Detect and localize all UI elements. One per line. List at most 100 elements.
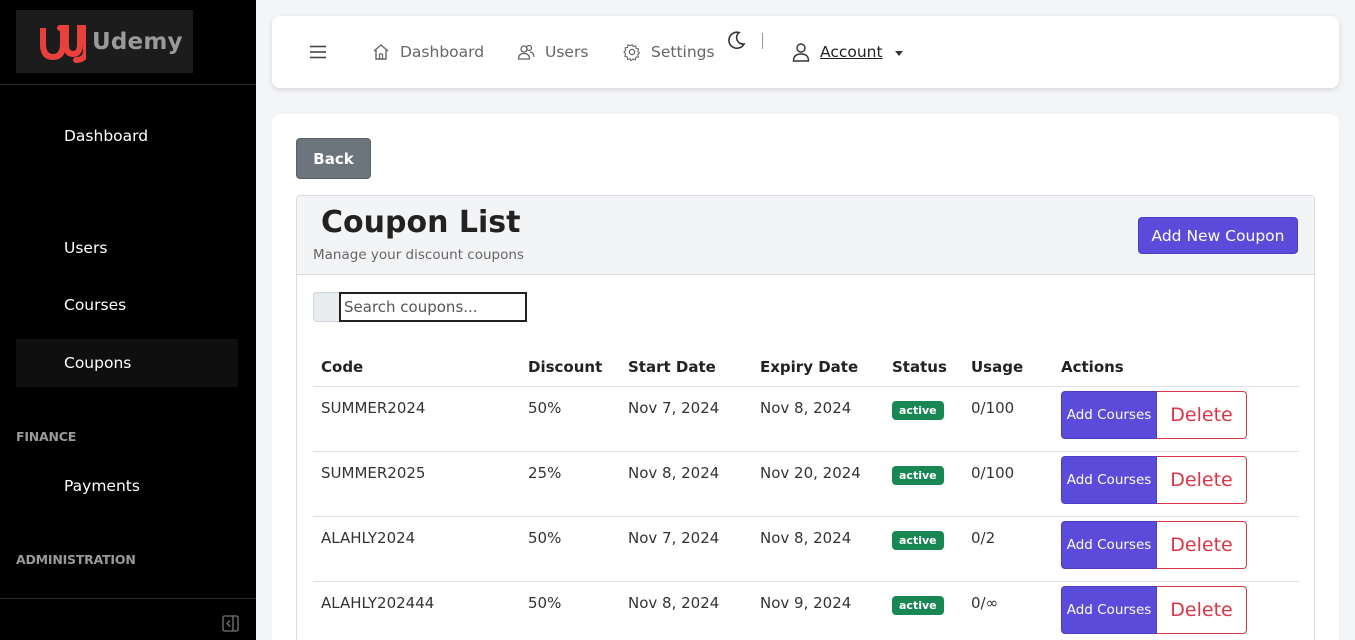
- sidebar-bottom-divider: [0, 598, 256, 599]
- table-row: ALAHLY202444 50% Nov 8, 2024 Nov 9, 2024…: [313, 581, 1299, 640]
- coupon-discount: 50%: [520, 581, 620, 640]
- status-badge: active: [892, 400, 944, 420]
- nav-dashboard[interactable]: Dashboard: [372, 16, 484, 88]
- coupon-expiry-date: Nov 9, 2024: [752, 581, 884, 640]
- coupon-start-date: Nov 8, 2024: [620, 581, 752, 640]
- status-badge: active: [892, 595, 944, 615]
- coupon-actions: Add Courses Delete: [1053, 581, 1299, 640]
- nav-dashboard-label: Dashboard: [400, 43, 485, 61]
- coupon-expiry-date: Nov 20, 2024: [752, 451, 884, 517]
- collapse-sidebar-icon[interactable]: [222, 615, 239, 632]
- coupon-actions: Add Courses Delete: [1053, 516, 1299, 582]
- coupon-discount: 50%: [520, 386, 620, 452]
- card-header: Coupon List Manage your discount coupons…: [297, 196, 1314, 275]
- coupon-status-cell: active: [884, 386, 963, 452]
- sidebar-divider: [0, 84, 256, 85]
- column-header-usage: Usage: [963, 348, 1053, 387]
- add-courses-button[interactable]: Add Courses: [1061, 390, 1157, 439]
- brand-name: Udemy: [92, 28, 183, 55]
- table-row: ALAHLY2024 50% Nov 7, 2024 Nov 8, 2024 a…: [313, 516, 1299, 582]
- menu-toggle-button[interactable]: [310, 16, 336, 88]
- sidebar: Udemy Dashboard Users Courses Coupons FI…: [0, 0, 256, 640]
- navbar-separator: [762, 33, 763, 49]
- delete-button[interactable]: Delete: [1157, 390, 1247, 439]
- coupon-discount: 25%: [520, 451, 620, 517]
- main-content: Back Coupon List Manage your discount co…: [272, 114, 1339, 640]
- sidebar-item-coupons[interactable]: Coupons: [16, 339, 238, 387]
- nav-settings-label: Settings: [651, 43, 715, 61]
- delete-button[interactable]: Delete: [1157, 585, 1247, 634]
- account-dropdown[interactable]: Account: [792, 16, 903, 88]
- column-header-discount: Discount: [520, 348, 620, 387]
- action-button-group: Add Courses Delete: [1061, 455, 1299, 504]
- user-icon: [792, 43, 810, 62]
- coupon-start-date: Nov 7, 2024: [620, 386, 752, 452]
- sidebar-item-payments[interactable]: Payments: [16, 462, 238, 510]
- home-icon: [373, 44, 389, 60]
- column-header-status: Status: [884, 348, 963, 387]
- page-title: Coupon List: [321, 205, 521, 240]
- coupon-usage: 0/100: [963, 386, 1053, 452]
- column-header-expiry-date: Expiry Date: [752, 348, 884, 387]
- coupon-code: ALAHLY2024: [313, 516, 520, 582]
- coupon-expiry-date: Nov 8, 2024: [752, 386, 884, 452]
- back-button[interactable]: Back: [296, 138, 371, 179]
- coupon-expiry-date: Nov 8, 2024: [752, 516, 884, 582]
- action-button-group: Add Courses Delete: [1061, 390, 1299, 439]
- coupon-actions: Add Courses Delete: [1053, 386, 1299, 452]
- theme-toggle-button[interactable]: [726, 4, 756, 76]
- coupon-status-cell: active: [884, 581, 963, 640]
- add-courses-button[interactable]: Add Courses: [1061, 585, 1157, 634]
- status-badge: active: [892, 465, 944, 485]
- coupon-actions: Add Courses Delete: [1053, 451, 1299, 517]
- add-new-coupon-button[interactable]: Add New Coupon: [1138, 217, 1298, 254]
- coupon-usage: 0/∞: [963, 581, 1053, 640]
- udemy-u-logo: [40, 24, 86, 63]
- gear-icon: [623, 43, 641, 61]
- coupon-status-cell: active: [884, 516, 963, 582]
- coupon-code: SUMMER2025: [313, 451, 520, 517]
- column-header-actions: Actions: [1053, 348, 1299, 387]
- hamburger-icon: [310, 45, 326, 59]
- nav-users[interactable]: Users: [517, 16, 588, 88]
- delete-button[interactable]: Delete: [1157, 520, 1247, 569]
- account-label: Account: [820, 43, 883, 61]
- action-button-group: Add Courses Delete: [1061, 585, 1299, 634]
- coupon-code: SUMMER2024: [313, 386, 520, 452]
- nav-users-label: Users: [545, 43, 589, 61]
- table-header-row: Code Discount Start Date Expiry Date Sta…: [313, 348, 1299, 387]
- users-icon: [517, 44, 535, 60]
- search-prefix: [313, 292, 339, 322]
- coupon-usage: 0/100: [963, 451, 1053, 517]
- search-input[interactable]: [339, 292, 527, 322]
- coupon-start-date: Nov 7, 2024: [620, 516, 752, 582]
- brand-logo[interactable]: Udemy: [16, 10, 193, 73]
- table-row: SUMMER2025 25% Nov 8, 2024 Nov 20, 2024 …: [313, 451, 1299, 517]
- sidebar-item-dashboard[interactable]: Dashboard: [16, 112, 238, 160]
- chevron-down-icon: [894, 50, 903, 56]
- coupon-code: ALAHLY202444: [313, 581, 520, 640]
- add-courses-button[interactable]: Add Courses: [1061, 455, 1157, 504]
- status-badge: active: [892, 530, 944, 550]
- delete-button[interactable]: Delete: [1157, 455, 1247, 504]
- nav-settings[interactable]: Settings: [623, 16, 715, 88]
- table-row: SUMMER2024 50% Nov 7, 2024 Nov 8, 2024 a…: [313, 386, 1299, 452]
- coupon-discount: 50%: [520, 516, 620, 582]
- coupon-table: Code Discount Start Date Expiry Date Sta…: [313, 348, 1299, 640]
- coupon-start-date: Nov 8, 2024: [620, 451, 752, 517]
- top-navbar: Dashboard Users Settings Account: [272, 16, 1339, 88]
- sidebar-section-administration: ADMINISTRATION: [16, 552, 136, 567]
- sidebar-item-courses[interactable]: Courses: [16, 281, 238, 329]
- coupon-list-card: Coupon List Manage your discount coupons…: [296, 195, 1315, 640]
- coupon-status-cell: active: [884, 451, 963, 517]
- sidebar-item-users[interactable]: Users: [16, 224, 238, 272]
- column-header-code: Code: [313, 348, 520, 387]
- coupon-usage: 0/2: [963, 516, 1053, 582]
- search-group: [313, 292, 527, 322]
- action-button-group: Add Courses Delete: [1061, 520, 1299, 569]
- moon-icon: [728, 31, 746, 50]
- column-header-start-date: Start Date: [620, 348, 752, 387]
- sidebar-section-finance: FINANCE: [16, 429, 77, 444]
- add-courses-button[interactable]: Add Courses: [1061, 520, 1157, 569]
- page-subtitle: Manage your discount coupons: [313, 247, 524, 263]
